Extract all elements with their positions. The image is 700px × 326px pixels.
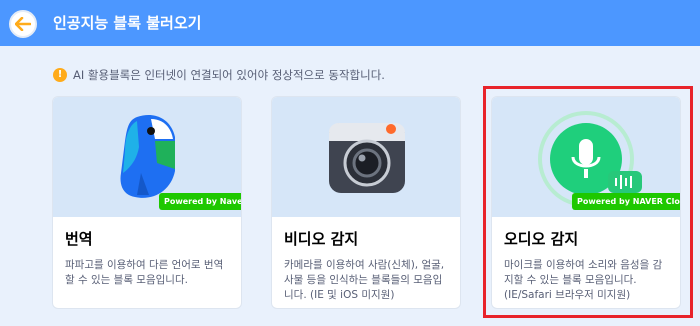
dialog-header: 인공지능 블록 불러오기 (0, 0, 700, 46)
card-video-detection[interactable]: 비디오 감지 카메라를 이용하여 사람(신체), 얼굴, 사물 등을 인식하는 … (271, 96, 461, 309)
internet-notice: ! AI 활용블록은 인터넷이 연결되어 있어야 정상적으로 동작합니다. (53, 66, 385, 84)
info-icon: ! (53, 68, 67, 82)
card-translation-image: Powered by Naver (53, 97, 241, 217)
papago-parrot-icon (120, 115, 175, 198)
card-audio-detection[interactable]: Powered by NAVER Clova 오디오 감지 마이크를 이용하여 … (491, 96, 681, 309)
card-audio-title: 오디오 감지 (504, 230, 579, 248)
back-button[interactable] (9, 10, 37, 38)
card-video-title: 비디오 감지 (284, 230, 359, 248)
card-translation-title: 번역 (65, 230, 93, 248)
naver-badge: Powered by Naver (159, 193, 241, 210)
naver-clova-badge: Powered by NAVER Clova (572, 193, 680, 210)
dialog-content: ! AI 활용블록은 인터넷이 연결되어 있어야 정상적으로 동작합니다. Po… (0, 46, 700, 326)
card-translation-description: 파파고를 이용하여 다른 언어로 번역할 수 있는 블록 모음입니다. (65, 259, 224, 286)
card-video-image (272, 97, 460, 217)
dialog-title: 인공지능 블록 불러오기 (53, 14, 202, 32)
arrow-left-icon (15, 17, 31, 31)
card-translation[interactable]: Powered by Naver 번역 파파고를 이용하여 다른 언어로 번역할… (52, 96, 242, 309)
notice-text: AI 활용블록은 인터넷이 연결되어 있어야 정상적으로 동작합니다. (73, 68, 385, 82)
camera-icon (329, 123, 405, 193)
card-audio-description: 마이크를 이용하여 소리와 음성을 감지할 수 있는 블록 모음입니다. (IE… (504, 259, 663, 301)
card-audio-image: Powered by NAVER Clova (492, 97, 680, 217)
card-video-description: 카메라를 이용하여 사람(신체), 얼굴, 사물 등을 인식하는 블록들의 모음… (284, 259, 445, 301)
